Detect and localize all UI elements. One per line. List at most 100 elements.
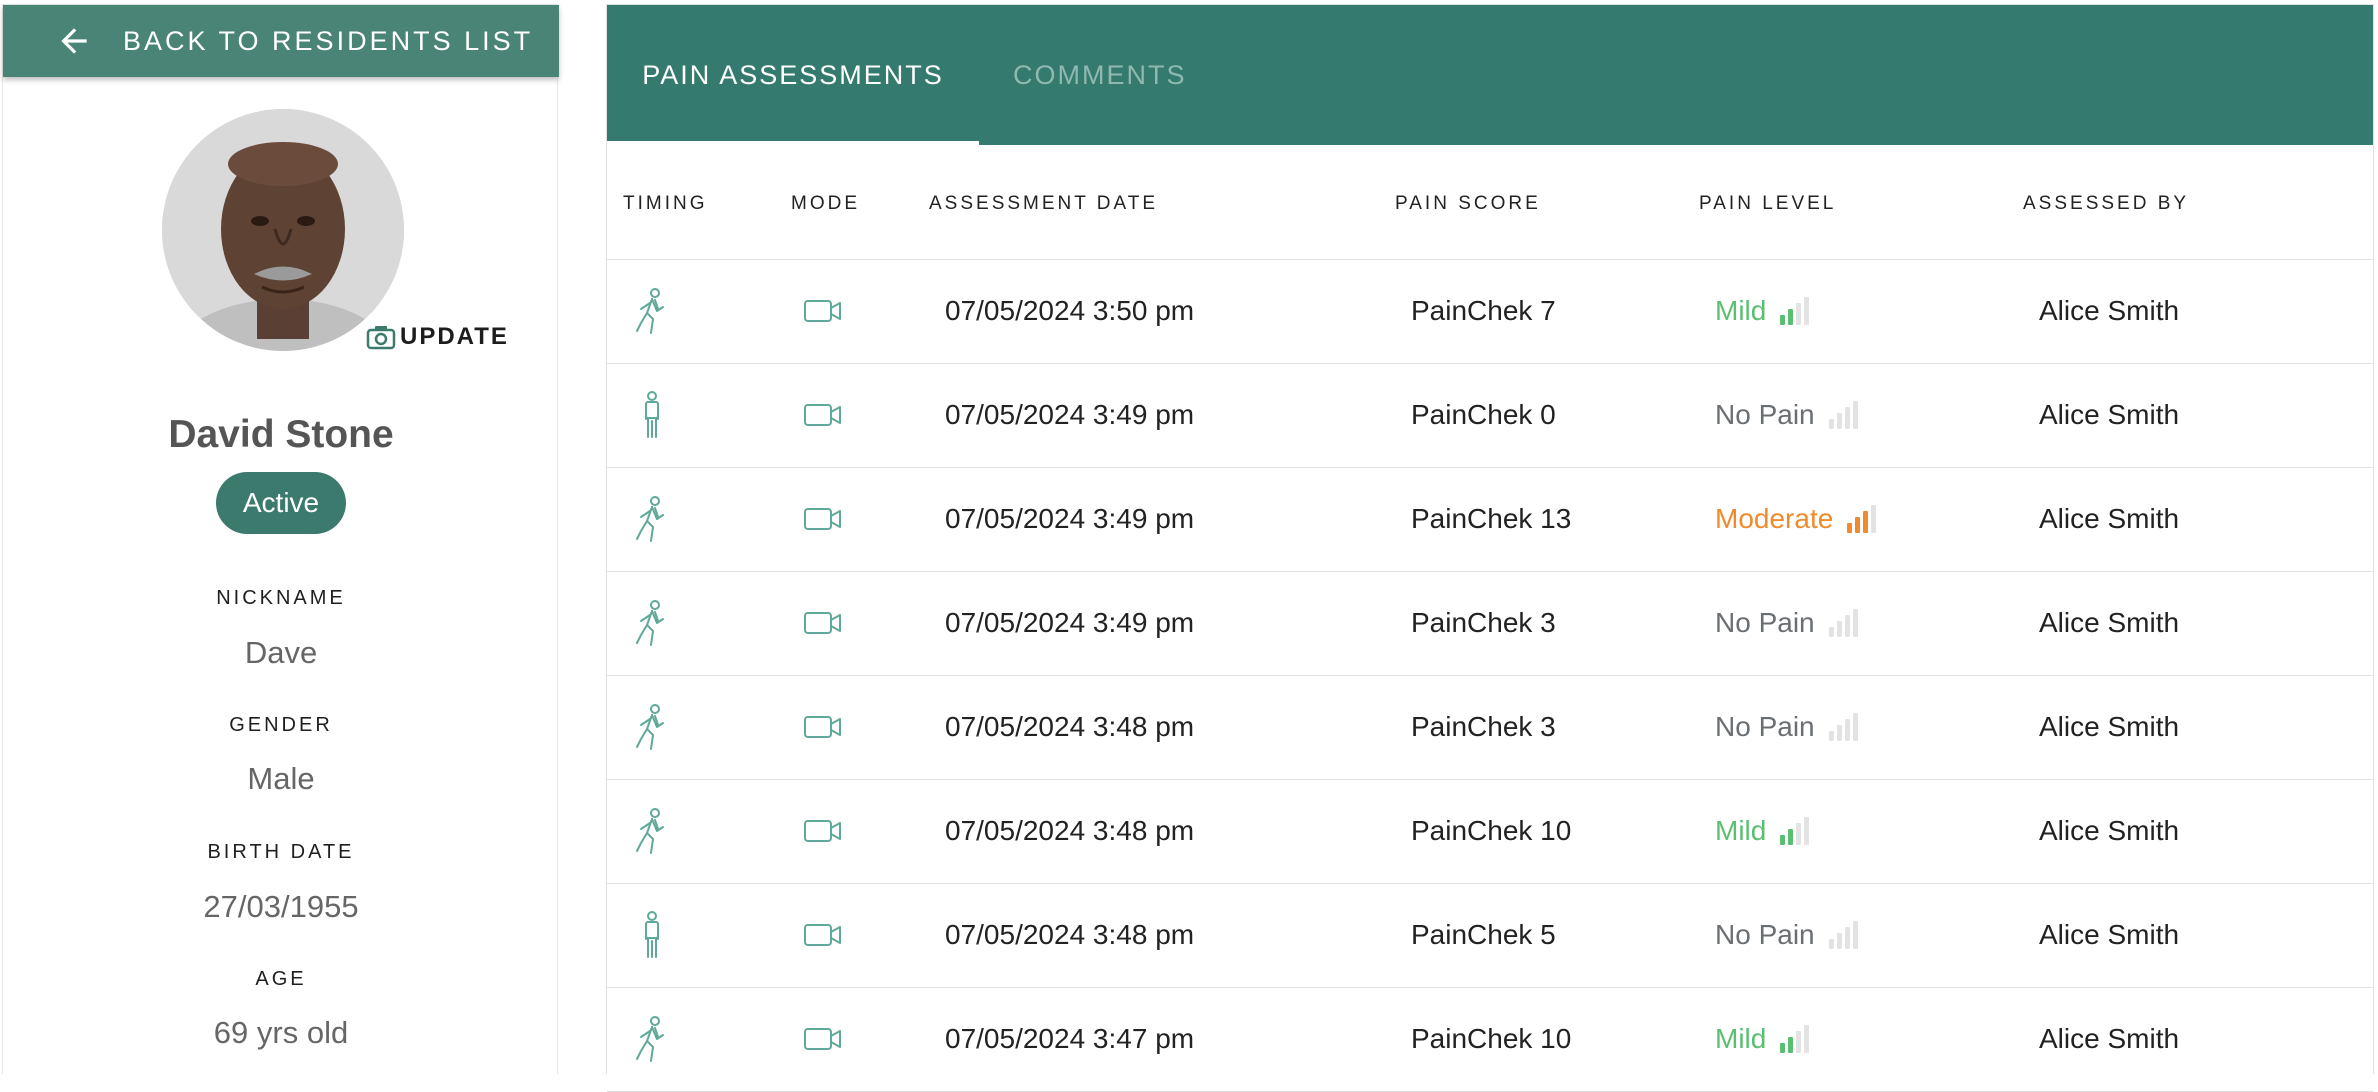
video-camera-icon <box>803 363 843 467</box>
birth-date-label: BIRTH DATE <box>207 841 355 863</box>
nickname-value: Dave <box>244 635 318 670</box>
signal-bars-icon <box>1847 505 1877 533</box>
assessment-date: 07/05/2024 3:49 pm <box>945 399 1195 430</box>
pain-level: No Pain <box>1715 571 1858 675</box>
video-camera-icon <box>803 675 843 779</box>
walking-person-icon <box>633 779 671 883</box>
table-header: TIMING MODE ASSESSMENT DATE PAIN SCORE P… <box>607 145 2373 260</box>
table-row[interactable]: 07/05/2024 3:50 pm PainChek 7 Mild Alice Sm… <box>607 259 2373 364</box>
table-row[interactable]: 07/05/2024 3:49 pm PainChek 0 No Pain Alice… <box>607 363 2373 468</box>
table-row[interactable]: 07/05/2024 3:47 pm PainChek 10 Mild Alice S… <box>607 987 2373 1092</box>
table-row[interactable]: 07/05/2024 3:49 pm PainChek 13 Moderate Ali… <box>607 467 2373 572</box>
assessment-date: 07/05/2024 3:49 pm <box>945 503 1195 534</box>
pain-level-label: Moderate <box>1715 503 1834 534</box>
pain-level: Mild <box>1715 987 1810 1091</box>
assessments-panel: PAIN ASSESSMENTS COMMENTS TIMING MODE AS… <box>606 4 2374 1092</box>
walking-person-icon <box>633 571 671 675</box>
camera-icon <box>366 326 396 350</box>
video-camera-icon <box>803 883 843 987</box>
assessment-date: 07/05/2024 3:49 pm <box>945 607 1195 638</box>
resident-profile-panel: BACK TO RESIDENTS LIST UPDATE David Ston… <box>2 4 559 1074</box>
pain-score: PainChek 13 <box>1411 503 1572 534</box>
assessed-by: Alice Smith <box>2039 815 2180 846</box>
tab-pain-assessments[interactable]: PAIN ASSESSMENTS <box>607 5 979 145</box>
column-header-assessment-date[interactable]: ASSESSMENT DATE <box>929 193 1158 215</box>
assessment-date: 07/05/2024 3:48 pm <box>945 815 1195 846</box>
tab-comments[interactable]: COMMENTS <box>1013 5 1187 145</box>
walking-person-icon <box>633 467 671 571</box>
pain-level-label: No Pain <box>1715 607 1815 638</box>
table-row[interactable]: 07/05/2024 3:48 pm PainChek 10 Mild Alice S… <box>607 779 2373 884</box>
column-header-mode[interactable]: MODE <box>791 193 860 215</box>
pain-level: Moderate <box>1715 467 1877 571</box>
pain-level-label: No Pain <box>1715 919 1815 950</box>
pain-score: PainChek 7 <box>1411 295 1556 326</box>
arrow-left-icon <box>61 28 87 54</box>
pain-level-label: Mild <box>1715 815 1767 846</box>
column-header-pain-level[interactable]: PAIN LEVEL <box>1699 193 1836 215</box>
pain-level-label: Mild <box>1715 295 1767 326</box>
assessment-date: 07/05/2024 3:48 pm <box>945 919 1195 950</box>
walking-person-icon <box>633 675 671 779</box>
pain-level-label: No Pain <box>1715 399 1815 430</box>
resident-name: David Stone <box>168 413 394 456</box>
standing-person-icon <box>633 883 671 987</box>
assessed-by: Alice Smith <box>2039 919 2180 950</box>
pain-level: Mild <box>1715 779 1810 883</box>
age-value: 69 yrs old <box>213 1015 349 1050</box>
table-row[interactable]: 07/05/2024 3:48 pm PainChek 5 No Pain Alice… <box>607 883 2373 988</box>
video-camera-icon <box>803 467 843 571</box>
pain-score: PainChek 5 <box>1411 919 1556 950</box>
video-camera-icon <box>803 779 843 883</box>
signal-bars-icon <box>1828 609 1858 637</box>
pain-level: No Pain <box>1715 883 1858 987</box>
pain-level-label: Mild <box>1715 1023 1767 1054</box>
pain-level: No Pain <box>1715 363 1858 467</box>
pain-level: Mild <box>1715 259 1810 363</box>
assessment-date: 07/05/2024 3:48 pm <box>945 711 1195 742</box>
signal-bars-icon <box>1828 713 1858 741</box>
assessed-by: Alice Smith <box>2039 503 2180 534</box>
nickname-label: NICKNAME <box>216 587 346 609</box>
age-label: AGE <box>255 968 307 990</box>
video-camera-icon <box>803 259 843 363</box>
pain-level: No Pain <box>1715 675 1858 779</box>
avatar-photo <box>162 109 404 351</box>
assessed-by: Alice Smith <box>2039 1023 2180 1054</box>
walking-person-icon <box>633 987 671 1091</box>
pain-score: PainChek 10 <box>1411 815 1572 846</box>
gender-value: Male <box>247 761 315 796</box>
column-header-timing[interactable]: TIMING <box>623 193 708 215</box>
column-header-pain-score[interactable]: PAIN SCORE <box>1395 193 1541 215</box>
assessment-date: 07/05/2024 3:50 pm <box>945 295 1195 326</box>
pain-score: PainChek 3 <box>1411 607 1556 638</box>
signal-bars-icon <box>1780 297 1810 325</box>
assessed-by: Alice Smith <box>2039 711 2180 742</box>
table-row[interactable]: 07/05/2024 3:49 pm PainChek 3 No Pain Alice… <box>607 571 2373 676</box>
signal-bars-icon <box>1828 401 1858 429</box>
status-badge: Active <box>216 472 346 534</box>
standing-person-icon <box>633 363 671 467</box>
avatar <box>162 109 404 351</box>
assessed-by: Alice Smith <box>2039 399 2180 430</box>
update-photo-button[interactable]: UPDATE <box>366 323 509 351</box>
assessed-by: Alice Smith <box>2039 295 2180 326</box>
video-camera-icon <box>803 987 843 1091</box>
table-row[interactable]: 07/05/2024 3:48 pm PainChek 3 No Pain Alice… <box>607 675 2373 780</box>
birth-date-value: 27/03/1955 <box>203 889 359 924</box>
pain-score: PainChek 3 <box>1411 711 1556 742</box>
pain-score: PainChek 10 <box>1411 1023 1572 1054</box>
signal-bars-icon <box>1780 1025 1810 1053</box>
update-label: UPDATE <box>400 323 509 350</box>
walking-person-icon <box>633 259 671 363</box>
back-button-label: BACK TO RESIDENTS LIST <box>123 25 534 56</box>
gender-label: GENDER <box>229 714 333 736</box>
column-header-assessed-by[interactable]: ASSESSED BY <box>2023 193 2189 215</box>
assessment-date: 07/05/2024 3:47 pm <box>945 1023 1195 1054</box>
assessed-by: Alice Smith <box>2039 607 2180 638</box>
signal-bars-icon <box>1828 921 1858 949</box>
tab-bar: PAIN ASSESSMENTS COMMENTS <box>607 5 2373 145</box>
signal-bars-icon <box>1780 817 1810 845</box>
video-camera-icon <box>803 571 843 675</box>
back-to-residents-button[interactable]: BACK TO RESIDENTS LIST <box>3 5 559 77</box>
